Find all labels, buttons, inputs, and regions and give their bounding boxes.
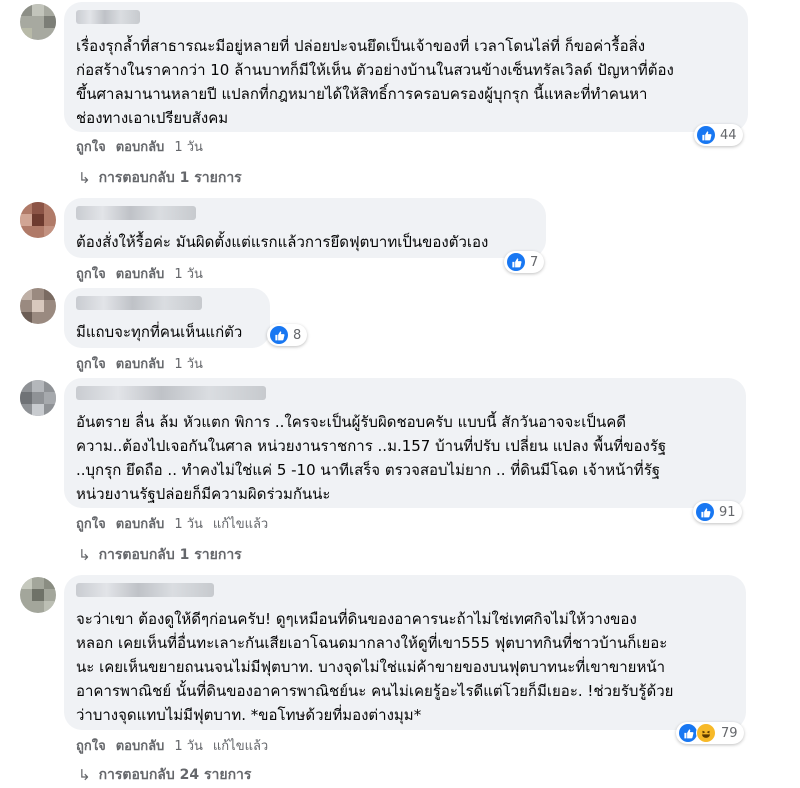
comment-bubble: อันตราย ลื่น ล้ม หัวแตก พิการ ..ใครจะเป็… [64, 378, 746, 508]
like-button[interactable]: ถูกใจ [76, 735, 106, 756]
edited-label[interactable]: แก้ไขแล้ว [213, 735, 268, 756]
reaction-number: 7 [530, 254, 539, 270]
like-button[interactable]: ถูกใจ [76, 513, 106, 534]
reply-arrow-icon: ↳ [78, 169, 91, 187]
reaction-number: 79 [721, 725, 738, 741]
replies-count: การตอบกลับ 24 รายการ [98, 767, 252, 783]
like-icon [696, 503, 714, 521]
reaction-count[interactable]: 7 [504, 251, 545, 273]
reaction-count[interactable]: 91 [693, 501, 742, 523]
comment-actions: ถูกใจ ตอบกลับ 1 วัน [76, 136, 203, 157]
comment-text: มีแถบจะทุกที่คนเห็นแก่ตัว [76, 323, 243, 341]
reply-button[interactable]: ตอบกลับ [116, 513, 165, 534]
reply-button[interactable]: ตอบกลับ [116, 353, 165, 374]
comment-text: ต้องสั่งให้รื้อค่ะ มันผิดตั้งแต่แรกแล้วก… [76, 233, 489, 251]
like-button[interactable]: ถูกใจ [76, 263, 106, 284]
like-button[interactable]: ถูกใจ [76, 353, 106, 374]
comment-text: เรื่องรุกล้ำที่สาธารณะมีอยู่หลายที่ ปล่อ… [76, 37, 674, 127]
replies-count: การตอบกลับ 1 รายการ [98, 547, 242, 563]
reply-arrow-icon: ↳ [78, 766, 91, 784]
comment-text: จะว่าเขา ต้องดูให้ดีๆก่อนครับ! ดูๆเหมือน… [76, 610, 674, 724]
view-replies-link[interactable]: ↳ การตอบกลับ 24 รายการ [78, 764, 251, 786]
reaction-count[interactable]: 79 [676, 722, 744, 744]
edited-label[interactable]: แก้ไขแล้ว [213, 513, 268, 534]
avatar[interactable] [20, 202, 56, 238]
comment-time[interactable]: 1 วัน [174, 735, 203, 756]
reply-button[interactable]: ตอบกลับ [116, 263, 165, 284]
comment-actions: ถูกใจ ตอบกลับ 1 วัน [76, 353, 203, 374]
commenter-name[interactable] [76, 296, 202, 310]
comment-time[interactable]: 1 วัน [174, 136, 203, 157]
like-icon [697, 126, 715, 144]
comment-bubble: ต้องสั่งให้รื้อค่ะ มันผิดตั้งแต่แรกแล้วก… [64, 198, 546, 258]
reply-button[interactable]: ตอบกลับ [116, 735, 165, 756]
comment-time[interactable]: 1 วัน [174, 513, 203, 534]
view-replies-link[interactable]: ↳ การตอบกลับ 1 รายการ [78, 167, 242, 189]
like-icon [679, 724, 697, 742]
reaction-number: 91 [719, 504, 736, 520]
comment-text: อันตราย ลื่น ล้ม หัวแตก พิการ ..ใครจะเป็… [76, 413, 667, 503]
comment-bubble: เรื่องรุกล้ำที่สาธารณะมีอยู่หลายที่ ปล่อ… [64, 2, 748, 132]
reply-arrow-icon: ↳ [78, 546, 91, 564]
comment-time[interactable]: 1 วัน [174, 353, 203, 374]
reaction-number: 44 [720, 127, 737, 143]
comment-bubble: จะว่าเขา ต้องดูให้ดีๆก่อนครับ! ดูๆเหมือน… [64, 575, 746, 730]
comment-actions: ถูกใจ ตอบกลับ 1 วัน แก้ไขแล้ว [76, 513, 268, 534]
avatar[interactable] [20, 380, 56, 416]
commenter-name[interactable] [76, 206, 196, 220]
avatar[interactable] [20, 4, 56, 40]
haha-icon [696, 723, 716, 743]
reply-button[interactable]: ตอบกลับ [116, 136, 165, 157]
comment-actions: ถูกใจ ตอบกลับ 1 วัน แก้ไขแล้ว [76, 735, 268, 756]
comment-bubble: มีแถบจะทุกที่คนเห็นแก่ตัว [64, 288, 270, 348]
reaction-count[interactable]: 8 [267, 324, 308, 346]
commenter-name[interactable] [76, 10, 140, 24]
commenter-name[interactable] [76, 583, 214, 597]
avatar[interactable] [20, 577, 56, 613]
view-replies-link[interactable]: ↳ การตอบกลับ 1 รายการ [78, 544, 242, 566]
reaction-count[interactable]: 44 [694, 124, 743, 146]
comment-time[interactable]: 1 วัน [174, 263, 203, 284]
avatar[interactable] [20, 288, 56, 324]
commenter-name[interactable] [76, 386, 266, 400]
like-icon [507, 253, 525, 271]
like-button[interactable]: ถูกใจ [76, 136, 106, 157]
like-icon [270, 326, 288, 344]
replies-count: การตอบกลับ 1 รายการ [98, 170, 242, 186]
comment-actions: ถูกใจ ตอบกลับ 1 วัน [76, 263, 203, 284]
reaction-number: 8 [293, 327, 302, 343]
